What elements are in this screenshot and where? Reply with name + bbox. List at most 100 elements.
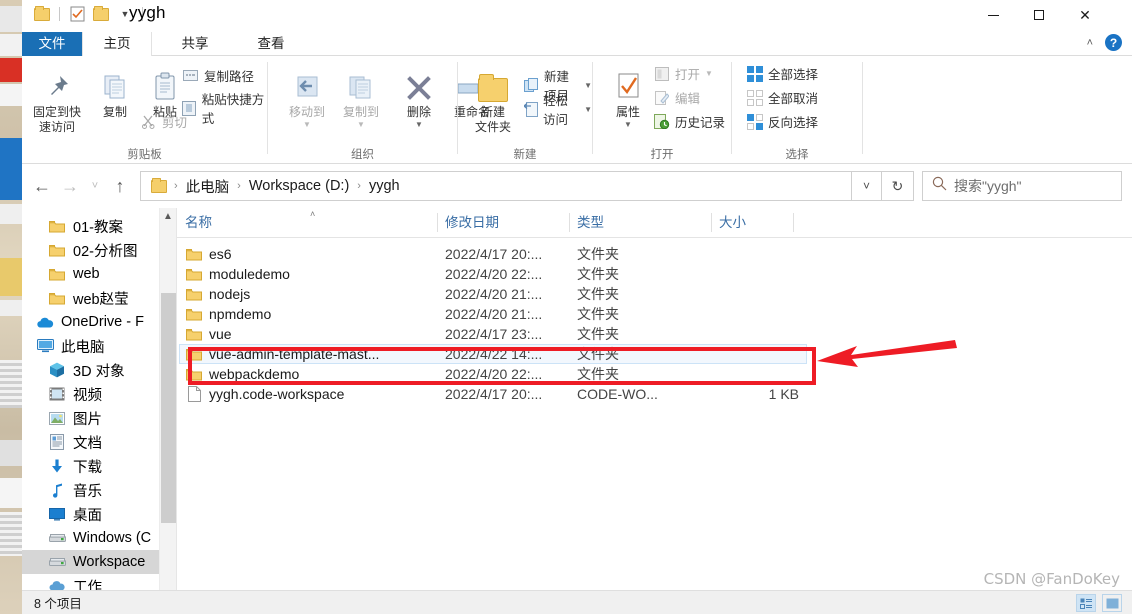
tab-home[interactable]: 主页 — [82, 32, 152, 56]
computer-icon — [36, 337, 54, 355]
address-dropdown-button[interactable]: ˅ — [852, 171, 882, 201]
nav-item-label: 下载 — [73, 459, 102, 476]
chevron-down-icon[interactable]: ▼ — [390, 120, 448, 129]
tab-share[interactable]: 共享 — [162, 32, 228, 56]
table-row[interactable]: nodejs 2022/4/20 21:... 文件夹 — [177, 284, 1132, 304]
recent-locations-button[interactable]: ˅ — [84, 171, 106, 201]
nav-item-11[interactable]: 音乐 — [22, 478, 176, 502]
nav-item-label: 此电脑 — [61, 339, 105, 356]
open-button[interactable]: 打开 ▼ — [653, 64, 713, 83]
file-name-label: webpackdemo — [209, 366, 300, 382]
nav-item-9[interactable]: 文档 — [22, 430, 176, 454]
tab-file[interactable]: 文件 — [22, 32, 82, 56]
breadcrumb-workspace-d[interactable]: Workspace (D:) — [244, 178, 354, 194]
tiles-view-icon[interactable] — [1102, 594, 1122, 612]
cut-button[interactable]: 剪切 — [140, 112, 187, 131]
title-bar: ▼ yygh ✕ — [22, 0, 1132, 32]
folder-icon — [48, 289, 66, 307]
nav-item-8[interactable]: 图片 — [22, 406, 176, 430]
chevron-down-icon[interactable]: ▼ — [584, 81, 592, 90]
chevron-down-icon[interactable]: ▼ — [599, 120, 657, 129]
downloads-icon — [48, 457, 66, 475]
breadcrumb-bar[interactable]: › 此电脑 › Workspace (D:) › yygh — [140, 171, 852, 201]
maximize-button[interactable] — [1016, 0, 1062, 30]
move-to-button[interactable]: 移动到 ▼ — [278, 62, 336, 129]
nav-item-14[interactable]: Workspace — [22, 550, 176, 574]
cell-type: 文件夹 — [577, 366, 619, 382]
scrollbar-thumb[interactable] — [161, 293, 176, 523]
column-header-type[interactable]: 类型 — [569, 208, 711, 237]
table-row[interactable]: moduledemo 2022/4/20 22:... 文件夹 — [177, 264, 1132, 284]
nav-item-10[interactable]: 下载 — [22, 454, 176, 478]
cell-size — [717, 324, 799, 344]
details-view-icon[interactable] — [1076, 594, 1096, 612]
refresh-button[interactable]: ↻ — [882, 171, 914, 201]
column-header-size[interactable]: 大小 — [711, 208, 793, 237]
nav-item-0[interactable]: 01-教案 — [22, 214, 176, 238]
nav-item-label: 02-分析图 — [73, 243, 138, 260]
delete-button[interactable]: 删除 ▼ — [390, 62, 448, 129]
nav-item-1[interactable]: 02-分析图 — [22, 238, 176, 262]
breadcrumb-this-pc[interactable]: 此电脑 — [181, 176, 235, 197]
nav-item-2[interactable]: web — [22, 262, 176, 286]
nav-pane-scrollbar[interactable]: ▲ ▼ — [159, 208, 176, 614]
cell-size — [717, 264, 799, 284]
table-row[interactable]: vue-admin-template-mast... 2022/4/22 14:.… — [177, 344, 1132, 364]
search-box[interactable]: 搜索"yygh" — [922, 171, 1122, 201]
column-header-date[interactable]: 修改日期 — [437, 208, 569, 237]
column-header-name[interactable]: 名称 — [177, 208, 437, 237]
chevron-down-icon[interactable]: ▼ — [705, 69, 713, 78]
table-row[interactable]: webpackdemo 2022/4/20 22:... 文件夹 — [177, 364, 1132, 384]
nav-item-7[interactable]: 视频 — [22, 382, 176, 406]
documents-icon — [48, 433, 66, 451]
invert-selection-button[interactable]: 反向选择 — [746, 112, 818, 131]
chevron-down-icon[interactable]: ▼ — [332, 120, 390, 129]
up-button[interactable]: ↑ — [106, 171, 134, 201]
forward-button[interactable]: → — [56, 171, 84, 201]
close-button[interactable]: ✕ — [1062, 0, 1108, 30]
new-folder-icon[interactable] — [91, 4, 111, 24]
table-row[interactable]: npmdemo 2022/4/20 21:... 文件夹 — [177, 304, 1132, 324]
nav-item-5[interactable]: 此电脑 — [22, 334, 176, 358]
minimize-button[interactable] — [970, 0, 1016, 30]
nav-item-3[interactable]: web赵莹 — [22, 286, 176, 310]
watermark: CSDN @FanDoKey — [983, 570, 1120, 588]
pin-to-quick-access-button[interactable]: 固定到快 速访问 — [28, 62, 86, 135]
help-button[interactable]: ? — [1105, 34, 1122, 51]
nav-item-13[interactable]: Windows (C — [22, 526, 176, 550]
chevron-down-icon[interactable]: ▼ — [278, 120, 336, 129]
paste-shortcut-button[interactable]: 粘贴快捷方式 — [182, 89, 267, 127]
scroll-up-arrow[interactable]: ▲ — [160, 208, 176, 225]
select-none-button[interactable]: 全部取消 — [746, 88, 818, 107]
column-headers: 名称 ˄ 修改日期 类型 大小 — [177, 208, 1132, 238]
cell-type: 文件夹 — [577, 346, 619, 362]
table-row[interactable]: es6 2022/4/17 20:... 文件夹 — [177, 244, 1132, 264]
table-row[interactable]: yygh.code-workspace 2022/4/17 20:... CODE-… — [177, 384, 1132, 404]
nav-item-12[interactable]: 桌面 — [22, 502, 176, 526]
easy-access-button[interactable]: 轻松访问 ▼ — [524, 90, 592, 128]
properties-icon[interactable] — [67, 4, 87, 24]
breadcrumb-yygh[interactable]: yygh — [364, 178, 405, 194]
collapse-ribbon-icon[interactable]: ˄ — [1087, 37, 1093, 49]
chevron-down-icon[interactable]: ▼ — [584, 105, 592, 114]
table-row[interactable]: vue 2022/4/17 23:... 文件夹 — [177, 324, 1132, 344]
nav-item-label: OneDrive - F — [61, 314, 144, 330]
copy-to-button[interactable]: 复制到 ▼ — [332, 62, 390, 129]
nav-item-6[interactable]: 3D 对象 — [22, 358, 176, 382]
select-all-button[interactable]: 全部选择 — [746, 64, 818, 83]
folder-icon[interactable] — [32, 4, 52, 24]
nav-item-4[interactable]: OneDrive - F — [22, 310, 176, 334]
view-mode-buttons — [1076, 594, 1122, 612]
edit-button[interactable]: 编辑 — [653, 88, 700, 107]
back-button[interactable]: ← — [28, 171, 56, 201]
screenshot-root: ▼ yygh ✕ 文件 主页 共享 查看 ˄ ? 固定到快 速访问 复制 粘贴 … — [0, 0, 1132, 614]
properties-button[interactable]: 属性 ▼ — [599, 62, 657, 129]
folder-icon — [185, 345, 203, 363]
tab-view[interactable]: 查看 — [238, 32, 304, 56]
videos-icon — [48, 385, 66, 403]
pictures-icon — [48, 409, 66, 427]
copy-path-button[interactable]: 复制路径 — [182, 66, 254, 85]
new-folder-button[interactable]: 新建 文件夹 — [464, 62, 522, 135]
column-divider[interactable] — [793, 213, 794, 232]
history-button[interactable]: 历史记录 — [653, 112, 725, 131]
